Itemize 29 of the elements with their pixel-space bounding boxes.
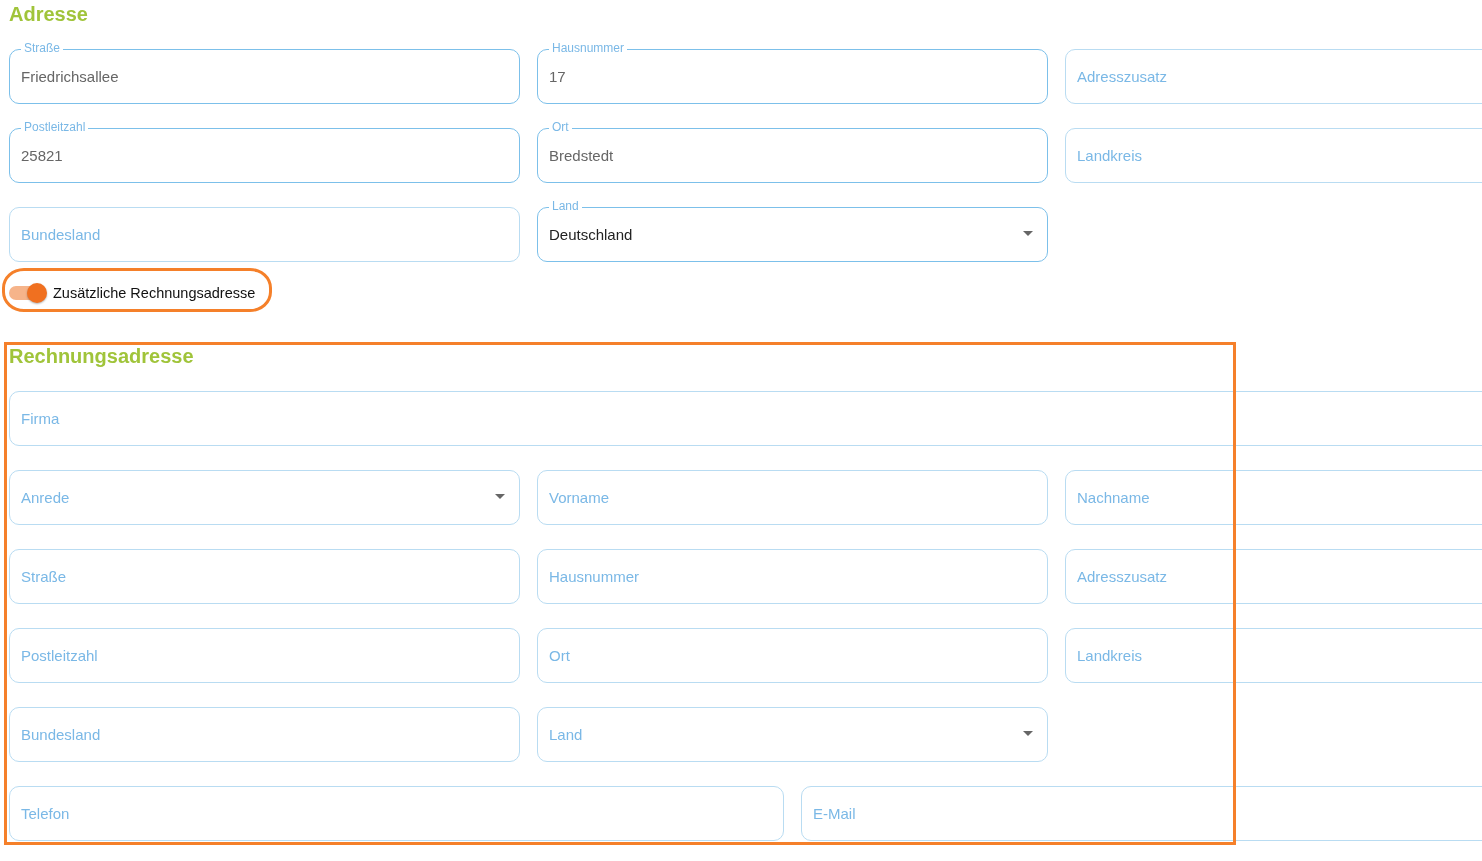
input-field[interactable]: Landkreis: [1065, 628, 1482, 683]
caret-icon: [495, 494, 505, 499]
input-field[interactable]: Straße: [9, 549, 520, 604]
field-label: Hausnummer: [549, 41, 628, 55]
toggle-label: Zusätzliche Rechnungsadresse: [53, 285, 256, 301]
input-field[interactable]: Adresszusatz: [1065, 49, 1482, 104]
input-field[interactable]: Firma: [9, 391, 1482, 446]
section-title: Rechnungsadresse: [9, 344, 194, 368]
select-field[interactable]: Land: [537, 707, 1048, 762]
caret-icon: [1023, 731, 1033, 736]
input-field[interactable]: Nachname: [1065, 470, 1482, 525]
input-field[interactable]: Landkreis: [1065, 128, 1482, 183]
field-label: Straße: [21, 41, 63, 55]
input-field[interactable]: Vorname: [537, 470, 1048, 525]
input-field[interactable]: Postleitzahl: [9, 628, 520, 683]
field-label: Ort: [549, 120, 572, 134]
field-label: Land: [549, 199, 582, 213]
caret-icon: [1023, 231, 1033, 236]
input-field[interactable]: E-Mail: [801, 786, 1482, 841]
input-field[interactable]: Ort: [537, 628, 1048, 683]
input-field[interactable]: Hausnummer: [537, 549, 1048, 604]
select-field[interactable]: Anrede: [9, 470, 520, 525]
input-field[interactable]: Adresszusatz: [1065, 549, 1482, 604]
toggle-switch[interactable]: [9, 286, 45, 300]
section-title: Adresse: [9, 2, 88, 26]
input-field[interactable]: Telefon: [9, 786, 784, 841]
input-field[interactable]: Bundesland: [9, 707, 520, 762]
field-label: Postleitzahl: [21, 120, 89, 134]
input-field[interactable]: Bundesland: [9, 207, 520, 262]
